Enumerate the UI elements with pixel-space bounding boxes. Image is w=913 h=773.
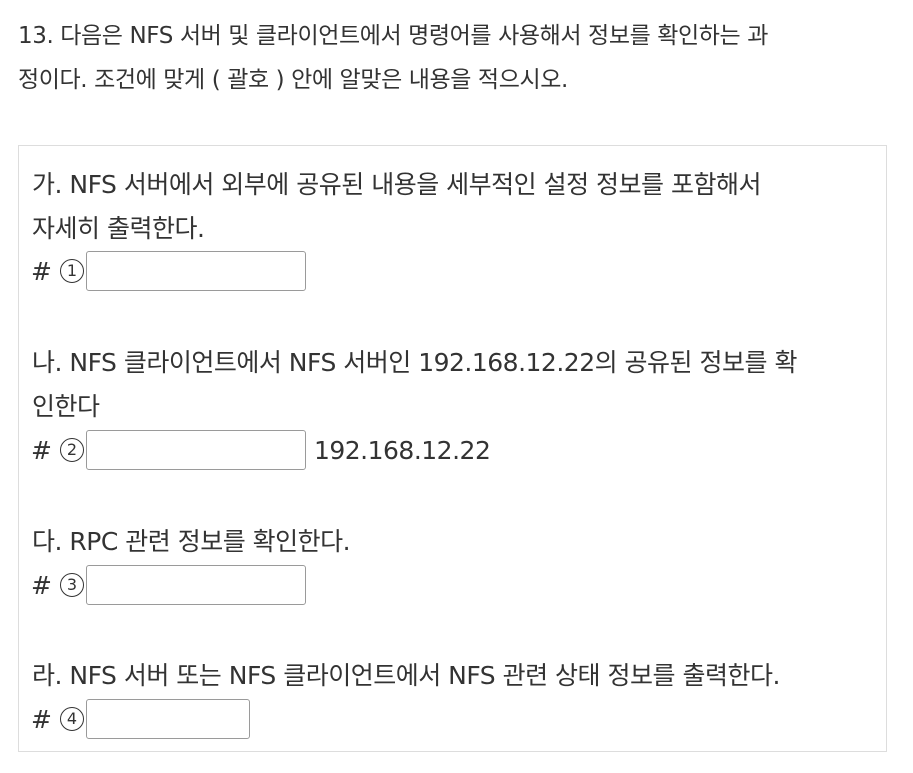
item-ra-line-1: 라. NFS 서버 또는 NFS 클라이언트에서 NFS 관련 상태 정보를 출…: [32, 661, 780, 690]
question-text: 13. 다음은 NFS 서버 및 클라이언트에서 명령어를 사용해서 정보를 확…: [18, 14, 898, 102]
item-da: 다. RPC 관련 정보를 확인한다.: [32, 520, 882, 564]
answer-input-2[interactable]: [85, 430, 306, 470]
circled-number-4: 4: [59, 707, 84, 731]
answer-input-3[interactable]: [85, 565, 306, 605]
item-na: 나. NFS 클라이언트에서 NFS 서버인 192.168.12.22의 공유…: [32, 341, 882, 429]
item-ga-line-1: 가. NFS 서버에서 외부에 공유된 내용을 세부적인 설정 정보를 포함해서: [32, 170, 761, 199]
item-na-line-2: 인한다: [32, 392, 100, 421]
answer-row-4: # 4: [31, 698, 250, 740]
circled-number-2: 2: [59, 438, 84, 462]
circled-number-3: 3: [59, 573, 84, 597]
item-ga: 가. NFS 서버에서 외부에 공유된 내용을 세부적인 설정 정보를 포함해서…: [32, 163, 882, 251]
item-da-line-1: 다. RPC 관련 정보를 확인한다.: [32, 527, 351, 556]
prompt-hash: #: [31, 256, 52, 286]
answer-input-4[interactable]: [85, 699, 250, 739]
question-line-1: 13. 다음은 NFS 서버 및 클라이언트에서 명령어를 사용해서 정보를 확…: [18, 23, 768, 49]
prompt-hash: #: [31, 570, 52, 600]
circled-number-1: 1: [59, 259, 84, 283]
item-ra: 라. NFS 서버 또는 NFS 클라이언트에서 NFS 관련 상태 정보를 출…: [32, 654, 882, 698]
prompt-hash: #: [31, 435, 52, 465]
answer-row-1: # 1: [31, 250, 306, 292]
answer-input-1[interactable]: [85, 251, 306, 291]
prompt-hash: #: [31, 704, 52, 734]
server-ip-suffix: 192.168.12.22: [313, 435, 491, 465]
question-line-2: 정이다. 조건에 맞게 ( 괄호 ) 안에 알맞은 내용을 적으시오.: [18, 67, 568, 93]
answer-row-3: # 3: [31, 564, 306, 606]
answer-row-2: # 2 192.168.12.22: [31, 429, 491, 471]
item-ga-line-2: 자세히 출력한다.: [32, 214, 205, 243]
item-na-line-1: 나. NFS 클라이언트에서 NFS 서버인 192.168.12.22의 공유…: [32, 348, 797, 377]
answer-box: 가. NFS 서버에서 외부에 공유된 내용을 세부적인 설정 정보를 포함해서…: [18, 145, 887, 752]
